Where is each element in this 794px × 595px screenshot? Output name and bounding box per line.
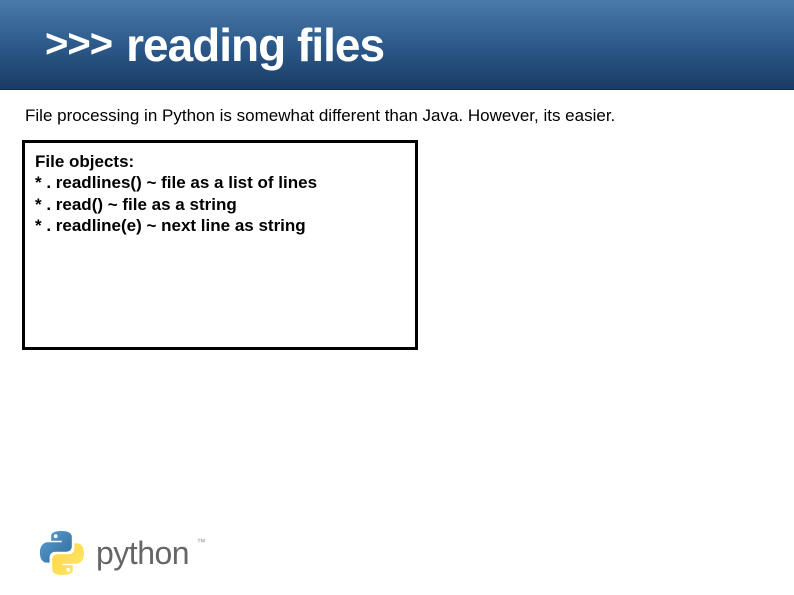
content-box: File objects: * . readlines() ~ file as … xyxy=(22,140,418,350)
box-line: * . read() ~ file as a string xyxy=(35,194,405,215)
slide-title: reading files xyxy=(126,18,384,72)
python-logo: python ™ xyxy=(38,529,189,577)
slide-subheading: File processing in Python is somewhat di… xyxy=(25,106,794,126)
python-logo-icon xyxy=(38,529,86,577)
slide-header: >>> reading files xyxy=(0,0,794,90)
trademark-symbol: ™ xyxy=(197,537,206,547)
prompt-symbol: >>> xyxy=(45,22,112,67)
box-line: * . readlines() ~ file as a list of line… xyxy=(35,172,405,193)
box-heading: File objects: xyxy=(35,151,405,172)
box-line: * . readline(e) ~ next line as string xyxy=(35,215,405,236)
logo-wordmark: python xyxy=(96,535,189,571)
python-logo-text: python ™ xyxy=(96,535,189,572)
